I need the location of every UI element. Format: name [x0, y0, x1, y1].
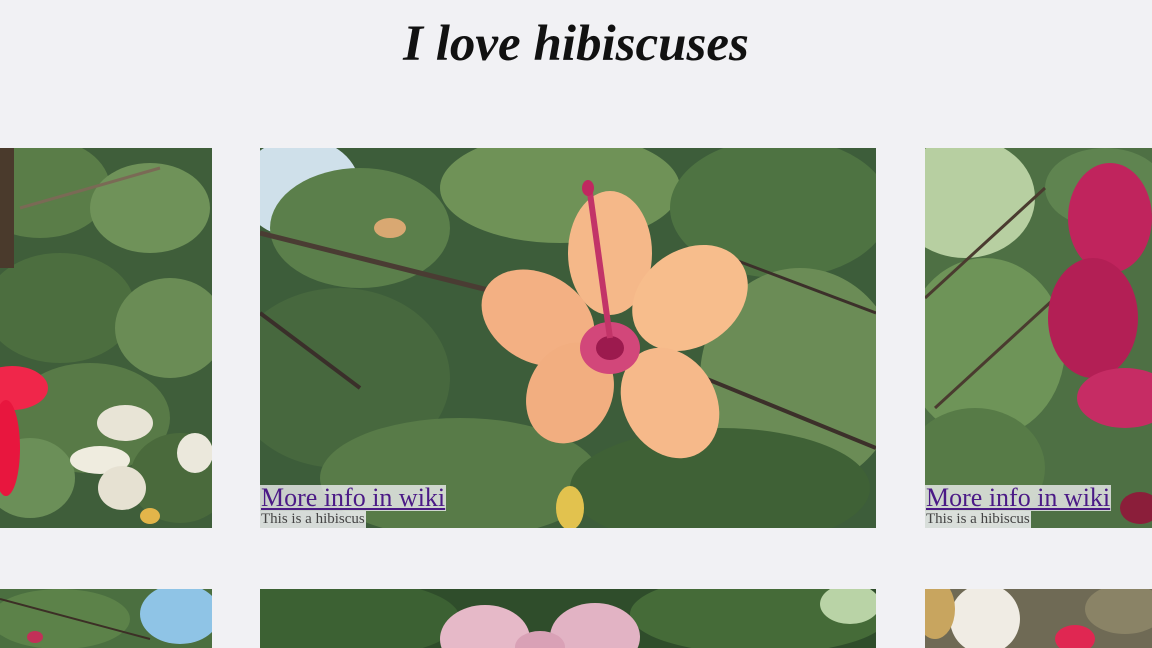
hibiscus-photo — [925, 148, 1152, 528]
wiki-link[interactable]: More info in wiki — [260, 485, 447, 511]
hibiscus-photo — [260, 589, 876, 648]
gallery-card-left — [0, 148, 212, 528]
card-description: This is a hibiscus — [260, 511, 366, 528]
gallery-card-left — [0, 589, 212, 648]
hibiscus-photo — [925, 589, 1152, 648]
hibiscus-photo — [0, 589, 212, 648]
hibiscus-photo — [260, 148, 876, 528]
page: I love hibiscuses More info in wiki This… — [0, 0, 1152, 648]
page-title: I love hibiscuses — [403, 16, 749, 72]
gallery-card: More info in wiki This is a hibiscus — [925, 148, 1152, 528]
gallery-card: More info in wiki This is a hibiscus — [260, 148, 876, 528]
gallery-card — [260, 589, 876, 648]
hibiscus-photo — [0, 148, 212, 528]
card-caption: More info in wiki This is a hibiscus — [925, 485, 1112, 528]
card-caption: More info in wiki This is a hibiscus — [260, 485, 447, 528]
wiki-link[interactable]: More info in wiki — [925, 485, 1112, 511]
gallery-card — [925, 589, 1152, 648]
card-description: This is a hibiscus — [925, 511, 1031, 528]
